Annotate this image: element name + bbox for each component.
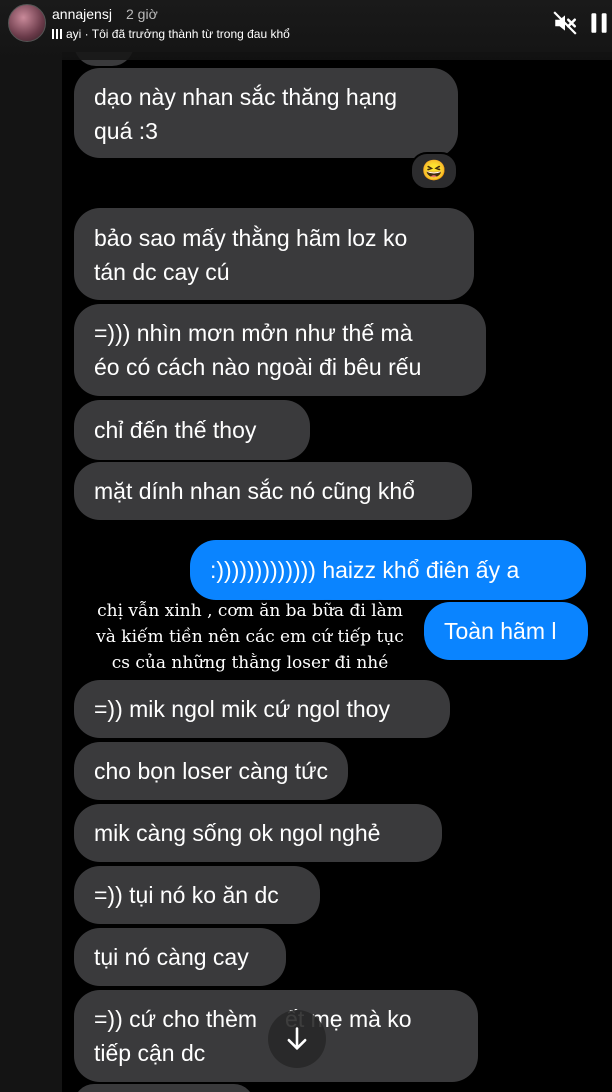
message-text: éo có cách nào ngoài đi bêu rếu [94, 354, 422, 380]
message-text: =)) mik ngol mik cứ ngol thoy [94, 696, 390, 722]
post-time: 2 giờ [126, 6, 158, 22]
message-text: Toàn hãm l [444, 618, 557, 644]
music-bars-icon [52, 29, 62, 39]
message-bubble: chỉ đến thế thoy [74, 400, 310, 460]
message-text: quá :3 [94, 118, 158, 144]
message-text: mik càng sống ok ngol nghẻ [94, 820, 381, 846]
message-text: bảo sao mấy thằng hãm loz ko [94, 225, 408, 251]
music-label[interactable]: ayi · Tôi đã trưởng thành từ trong đau k… [52, 27, 290, 41]
message-text: mặt dính nhan sắc nó cũng khổ [94, 478, 415, 504]
message-text: tán dc cay cú [94, 259, 230, 285]
message-bubble: mik càng sống ok ngol nghẻ [74, 804, 442, 862]
message-bubble-partial [74, 1084, 254, 1092]
message-bubble: =)) mik ngol mik cứ ngol thoy [74, 680, 450, 738]
reaction-badge: 😆 [410, 152, 458, 190]
story-caption: chị vẫn xinh , cơm ăn ba bữa đi làm và k… [96, 601, 404, 673]
message-text: chỉ đến thế thoy [94, 417, 257, 443]
message-bubble: cho bọn loser càng tức [74, 742, 348, 800]
story-viewer: dạo này nhan sắc thăng hạng quá :3 bảo s… [0, 0, 612, 1092]
message-bubble: bảo sao mấy thằng hãm loz ko tán dc cay … [74, 208, 474, 300]
sent-message-bubble: :))))))))))))) haizz khổ điên ấy a [190, 540, 586, 600]
message-text: =)) tụi nó ko ăn dc [94, 882, 279, 908]
story-header: annajensj 2 giờ ayi · Tôi đã trưởng thàn… [0, 0, 612, 60]
chat-screenshot: dạo này nhan sắc thăng hạng quá :3 bảo s… [62, 52, 612, 1092]
mute-icon[interactable] [552, 10, 578, 36]
scroll-down-button[interactable] [268, 1010, 326, 1068]
arrow-down-icon [287, 1027, 307, 1050]
message-bubble: dạo này nhan sắc thăng hạng quá :3 [74, 68, 458, 158]
message-bubble: tụi nó càng cay [74, 928, 286, 986]
message-text: tụi nó càng cay [94, 944, 249, 970]
message-text: dạo này nhan sắc thăng hạng [94, 84, 398, 110]
message-text: :))))))))))))) haizz khổ điên ấy a [210, 557, 520, 583]
message-text: cho bọn loser càng tức [94, 758, 329, 784]
message-bubble: =))) nhìn mơn mởn như thế mà éo có cách … [74, 304, 486, 396]
sent-message-bubble: Toàn hãm l [424, 602, 588, 660]
message-text: =))) nhìn mơn mởn như thế mà [94, 320, 413, 346]
message-bubble: mặt dính nhan sắc nó cũng khổ [74, 462, 472, 520]
username[interactable]: annajensj [52, 6, 112, 22]
pause-icon[interactable] [586, 10, 612, 36]
message-bubble: =)) tụi nó ko ăn dc [74, 866, 320, 924]
avatar[interactable] [8, 4, 46, 42]
